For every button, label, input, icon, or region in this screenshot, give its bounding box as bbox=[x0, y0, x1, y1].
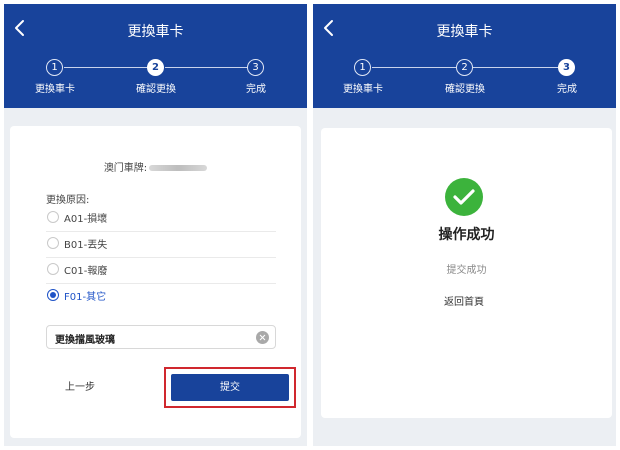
step-2-label: 確認更換 bbox=[136, 84, 176, 95]
reason-label: 更換原因: bbox=[46, 195, 90, 206]
step-3-circle: 3 bbox=[247, 59, 264, 76]
option-label: A01-損壞 bbox=[64, 214, 108, 225]
step-3-label: 完成 bbox=[246, 84, 266, 95]
step-connector bbox=[64, 67, 147, 68]
plate-row: 澳门車牌: bbox=[10, 159, 301, 174]
clear-icon[interactable] bbox=[256, 331, 269, 344]
left-screen: 更換車卡 1 2 3 更換車卡 確認更換 完成 澳门車牌: 更換原因: A01-… bbox=[4, 4, 307, 446]
other-reason-value: 更換擋風玻璃 bbox=[55, 335, 115, 346]
success-card: 操作成功 提交成功 返回首頁 bbox=[321, 128, 612, 418]
step-1-label: 更換車卡 bbox=[35, 84, 75, 95]
radio-icon[interactable] bbox=[47, 263, 59, 275]
header: 更換車卡 1 2 3 更換車卡 確認更換 完成 bbox=[4, 4, 307, 108]
step-1-label: 更換車卡 bbox=[343, 84, 383, 95]
step-connector bbox=[165, 67, 247, 68]
radio-icon[interactable] bbox=[47, 211, 59, 223]
radio-icon[interactable] bbox=[47, 237, 59, 249]
success-title: 操作成功 bbox=[438, 227, 495, 243]
option-label: F01-其它 bbox=[64, 292, 107, 303]
return-home-button[interactable]: 返回首頁 bbox=[429, 294, 499, 312]
reason-option-a01[interactable]: A01-損壞 bbox=[46, 206, 276, 232]
reason-option-b01[interactable]: B01-丟失 bbox=[46, 232, 276, 258]
header: 更換車卡 1 2 3 更換車卡 確認更換 完成 bbox=[313, 4, 616, 108]
step-1-circle: 1 bbox=[46, 59, 63, 76]
plate-label: 澳门車牌: bbox=[103, 163, 148, 174]
reason-option-c01[interactable]: C01-報廢 bbox=[46, 258, 276, 284]
step-connector bbox=[372, 67, 456, 68]
success-check-icon bbox=[445, 178, 483, 216]
previous-step-button[interactable]: 上一步 bbox=[50, 376, 110, 400]
step-2-label: 確認更換 bbox=[445, 84, 485, 95]
page-title: 更換車卡 bbox=[436, 24, 493, 40]
step-1-circle: 1 bbox=[354, 59, 371, 76]
right-screen: 更換車卡 1 2 3 更換車卡 確認更換 完成 操作成功 提交成功 返回首頁 bbox=[313, 4, 616, 446]
option-label: B01-丟失 bbox=[64, 240, 108, 251]
step-connector bbox=[473, 67, 558, 68]
step-3-circle: 3 bbox=[558, 59, 575, 76]
page-title: 更換車卡 bbox=[127, 24, 184, 40]
form-card: 澳门車牌: 更換原因: A01-損壞 B01-丟失 C01-報廢 F01-其它 … bbox=[10, 126, 301, 438]
success-subtitle: 提交成功 bbox=[446, 265, 487, 276]
step-2-circle: 2 bbox=[147, 59, 164, 76]
step-3-label: 完成 bbox=[557, 84, 577, 95]
submit-button[interactable]: 提交 bbox=[171, 374, 289, 401]
plate-number-redacted bbox=[149, 165, 208, 171]
other-reason-input[interactable]: 更換擋風玻璃 bbox=[46, 325, 276, 349]
option-label: C01-報廢 bbox=[64, 266, 108, 277]
step-2-circle: 2 bbox=[456, 59, 473, 76]
reason-option-f01[interactable]: F01-其它 bbox=[46, 284, 276, 310]
radio-checked-icon[interactable] bbox=[47, 289, 59, 301]
